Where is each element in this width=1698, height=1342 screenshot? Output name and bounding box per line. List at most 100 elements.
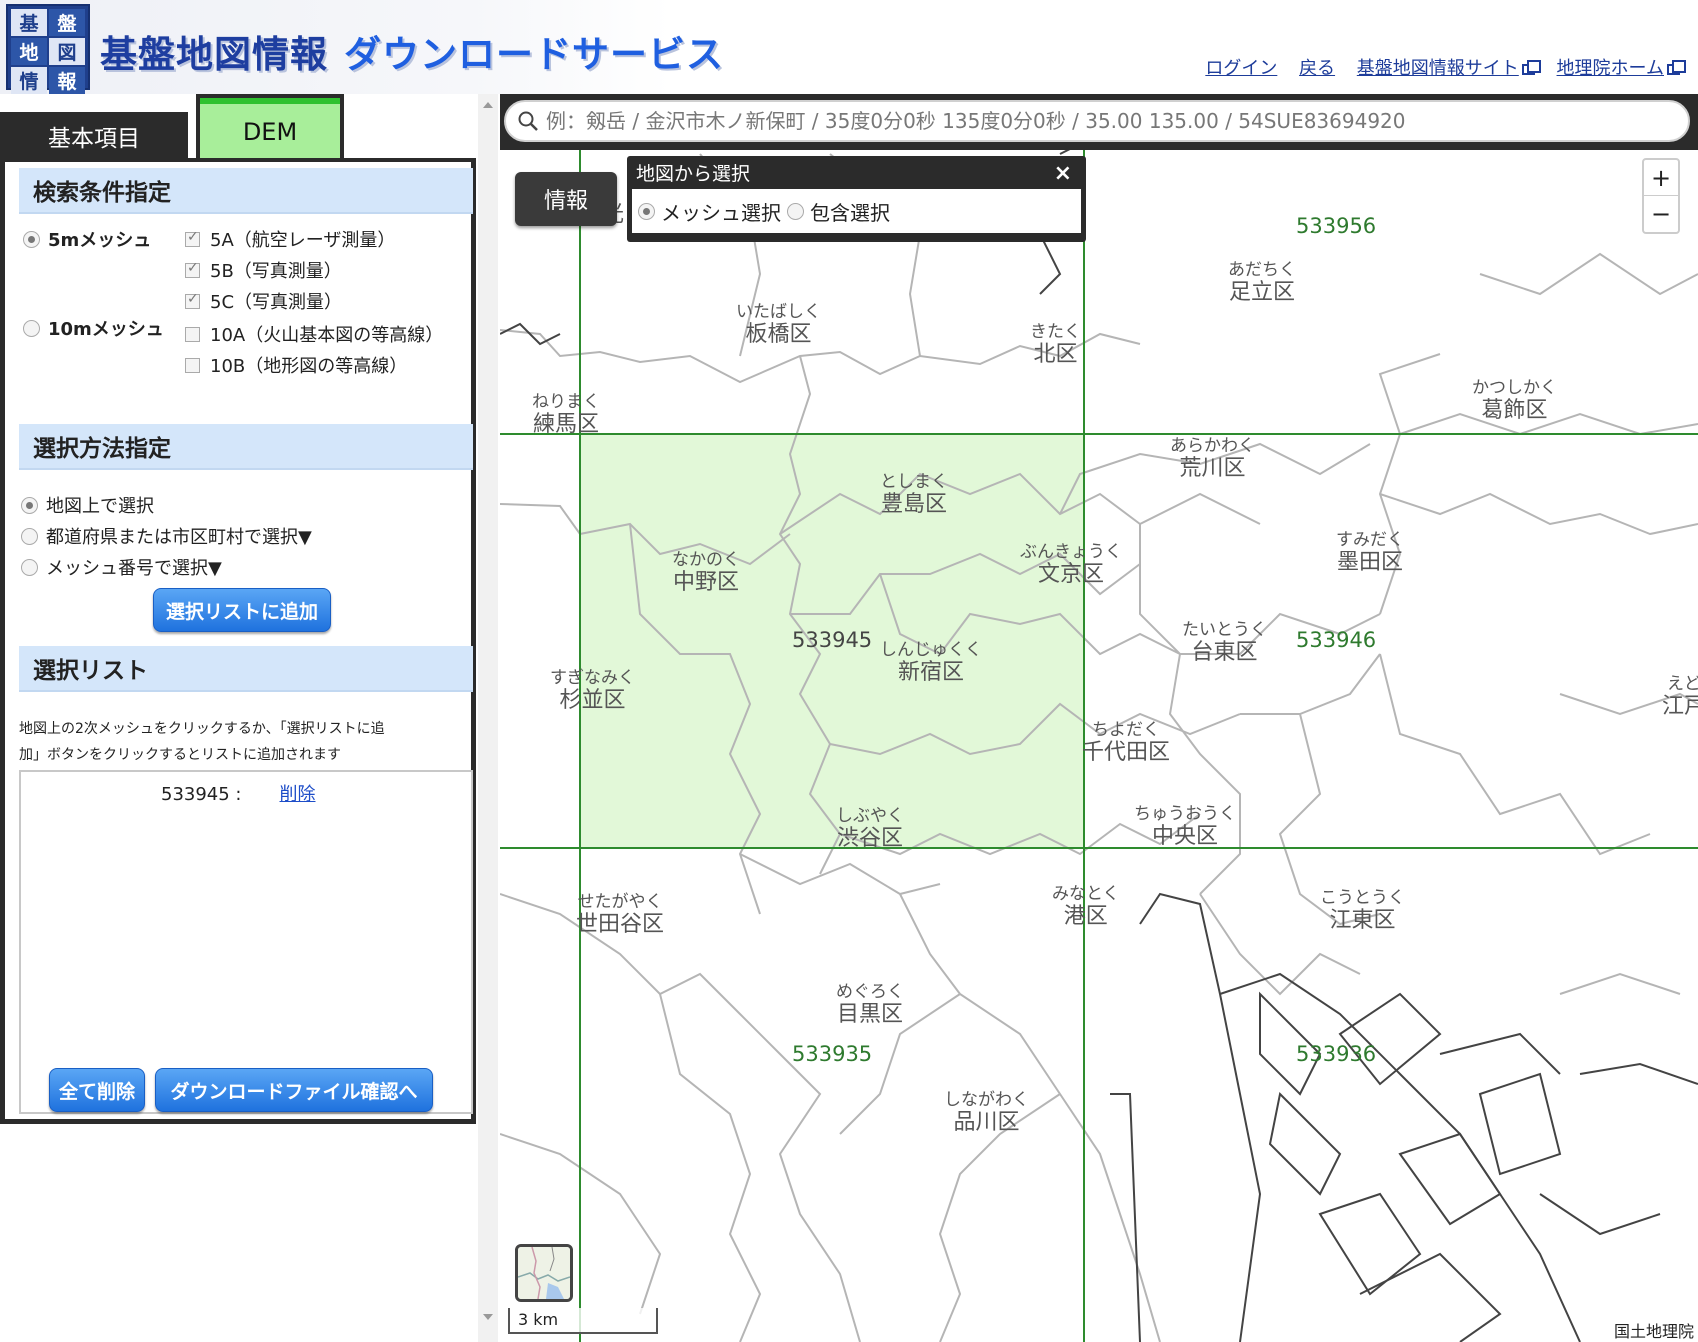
close-icon[interactable]: × (1054, 161, 1072, 186)
type-10b-label: 10B（地形図の等高線） (210, 356, 408, 377)
clear-all-button[interactable]: 全て削除 (49, 1068, 145, 1112)
delete-link[interactable]: 削除 (280, 784, 316, 805)
ward-kana: ぶんきょうく (1020, 542, 1122, 562)
zoom-out-button[interactable]: − (1644, 196, 1678, 232)
tab-dem[interactable]: DEM (196, 94, 344, 160)
mesh10-option[interactable]: 10mメッシュ (23, 315, 164, 341)
ward-label: かつしかく 葛飾区 (1472, 378, 1557, 424)
ward-kana: ちよだく (1092, 720, 1160, 740)
ward-kana: たいとうく (1182, 620, 1267, 640)
method-map-radio[interactable] (21, 496, 38, 514)
confirm-download-button[interactable]: ダウンロードファイル確認へ (155, 1068, 433, 1112)
ward-label: ぶんきょうく 文京区 (1020, 542, 1122, 588)
method-pref-radio[interactable] (21, 527, 38, 545)
ward-kanji: 足立区 (1228, 280, 1295, 305)
add-to-list-button[interactable]: 選択リストに追加 (153, 588, 331, 632)
scroll-down-icon[interactable] (483, 1314, 493, 1320)
ward-kanji: 江東区 (1329, 908, 1396, 933)
type-5c-label: 5C（写真測量） (210, 292, 343, 313)
ward-kanji: 千代田区 (1082, 740, 1171, 765)
mesh10-radio[interactable] (23, 319, 40, 337)
background-map-switcher[interactable] (515, 1244, 573, 1302)
contain-select-label: 包含選択 (810, 200, 890, 225)
search-input[interactable] (546, 109, 1676, 133)
logo-char: 基 (11, 9, 47, 36)
ward-kana: すみだく (1336, 530, 1404, 550)
zoom-in-button[interactable]: + (1644, 160, 1678, 196)
info-button[interactable]: 情報 (515, 172, 617, 226)
tab-dem-label: DEM (200, 98, 340, 160)
popup-body: メッシュ選択 包含選択 (632, 189, 1081, 233)
logo-char: 報 (49, 67, 85, 94)
type-5b-option[interactable]: 5B（写真測量） (185, 257, 342, 283)
type-10a-checkbox[interactable] (185, 326, 200, 342)
ward-kanji: 荒川区 (1179, 456, 1246, 481)
selection-method-heading: 選択方法指定 (19, 424, 473, 470)
popup-title: 地図から選択 (636, 163, 751, 185)
method-mesh-option[interactable]: メッシュ番号で選択▼ (21, 554, 222, 580)
scroll-up-icon[interactable] (483, 102, 493, 108)
ward-kana: めぐろく (836, 982, 904, 1002)
method-pref-label: 都道府県または市区町村で選択▼ (46, 527, 312, 548)
search-conditions-heading: 検索条件指定 (19, 168, 473, 214)
ward-kanji: 豊島区 (880, 492, 947, 517)
site-logo[interactable]: 基 盤 地 図 情 報 (6, 4, 90, 94)
ward-label: あらかわく 荒川区 (1170, 436, 1255, 482)
ward-label: めぐろく 目黒区 (836, 982, 904, 1028)
ward-kanji: 江戸 (1662, 694, 1698, 719)
ward-label: たいとうく 台東区 (1182, 620, 1267, 666)
type-5c-option[interactable]: 5C（写真測量） (185, 288, 342, 314)
mesh-select-radio[interactable] (638, 202, 655, 220)
kiban-site-link[interactable]: 基盤地図情報サイト (1357, 58, 1541, 79)
tab-bar: 基本項目 DEM (0, 94, 478, 160)
method-mesh-radio[interactable] (21, 558, 38, 576)
ward-kana: ちゅうおうく (1134, 804, 1236, 824)
list-item-code: 533945 : (161, 784, 242, 805)
logo-char: 盤 (49, 9, 85, 36)
map-attribution: 国土地理院 (1609, 1318, 1698, 1342)
help-line: 地図上の2次メッシュをクリックするか、「選択リストに追 (19, 721, 385, 737)
help-line: 加」ボタンをクリックするとリストに追加されます (19, 747, 341, 763)
type-10a-option[interactable]: 10A（火山基本図の等高線） (185, 321, 443, 347)
method-map-option[interactable]: 地図上で選択 (21, 492, 154, 518)
ward-label: みなとく 港区 (1052, 884, 1120, 930)
search-box[interactable] (504, 100, 1690, 142)
site-title-main: 基盤地図情報 (100, 33, 328, 76)
type-5a-option[interactable]: 5A（航空レーザ測量） (185, 226, 395, 252)
map-canvas (500, 94, 1698, 1342)
ward-kana: なかのく (672, 550, 740, 570)
contain-select-radio[interactable] (787, 202, 804, 220)
login-link[interactable]: ログイン (1205, 58, 1277, 79)
ward-label: すぎなみく 杉並区 (550, 668, 635, 714)
method-pref-option[interactable]: 都道府県または市区町村で選択▼ (21, 523, 312, 549)
type-10b-checkbox[interactable] (185, 357, 200, 373)
map-view[interactable]: 533955 533956 533945 533946 533935 53393… (500, 94, 1698, 1342)
dem-panel: 検索条件指定 5mメッシュ 10mメッシュ 5A（航空レーザ測量） 5B（写真測… (0, 158, 476, 1124)
search-icon[interactable] (518, 111, 538, 131)
ward-kana: えど (1667, 674, 1698, 694)
mesh-label: 533956 (1296, 214, 1377, 238)
mesh5-radio[interactable] (23, 230, 40, 248)
type-10b-option[interactable]: 10B（地形図の等高線） (185, 352, 407, 378)
type-5b-checkbox[interactable] (185, 260, 200, 278)
gsi-home-link[interactable]: 地理院ホーム (1557, 58, 1686, 79)
ward-kana: きたく (1030, 322, 1081, 342)
tab-basic-items[interactable]: 基本項目 (0, 112, 188, 160)
back-link[interactable]: 戻る (1299, 58, 1335, 79)
panel-scrollbar[interactable] (478, 94, 498, 1342)
ward-label: しながわく 品川区 (944, 1090, 1029, 1136)
ward-kanji: 葛飾区 (1481, 398, 1548, 423)
ward-kanji: 新宿区 (897, 660, 964, 685)
scale-bar: 3 km (508, 1308, 658, 1334)
partial-ward-label: えど 江戸 (1662, 674, 1698, 720)
mesh10-label: 10mメッシュ (48, 319, 164, 340)
selection-list-box[interactable]: 533945 : 削除 全て削除 ダウンロードファイル確認へ (19, 770, 473, 1114)
mesh5-option[interactable]: 5mメッシュ (23, 226, 151, 252)
ward-kanji: 杉並区 (559, 688, 626, 713)
ward-kanji: 世田谷区 (576, 912, 665, 937)
top-links: ログイン 戻る 基盤地図情報サイト 地理院ホーム (1189, 54, 1686, 80)
type-5c-checkbox[interactable] (185, 291, 200, 309)
ward-label: ちゅうおうく 中央区 (1134, 804, 1236, 850)
ward-kana: としまく (880, 472, 948, 492)
type-5a-checkbox[interactable] (185, 229, 200, 247)
